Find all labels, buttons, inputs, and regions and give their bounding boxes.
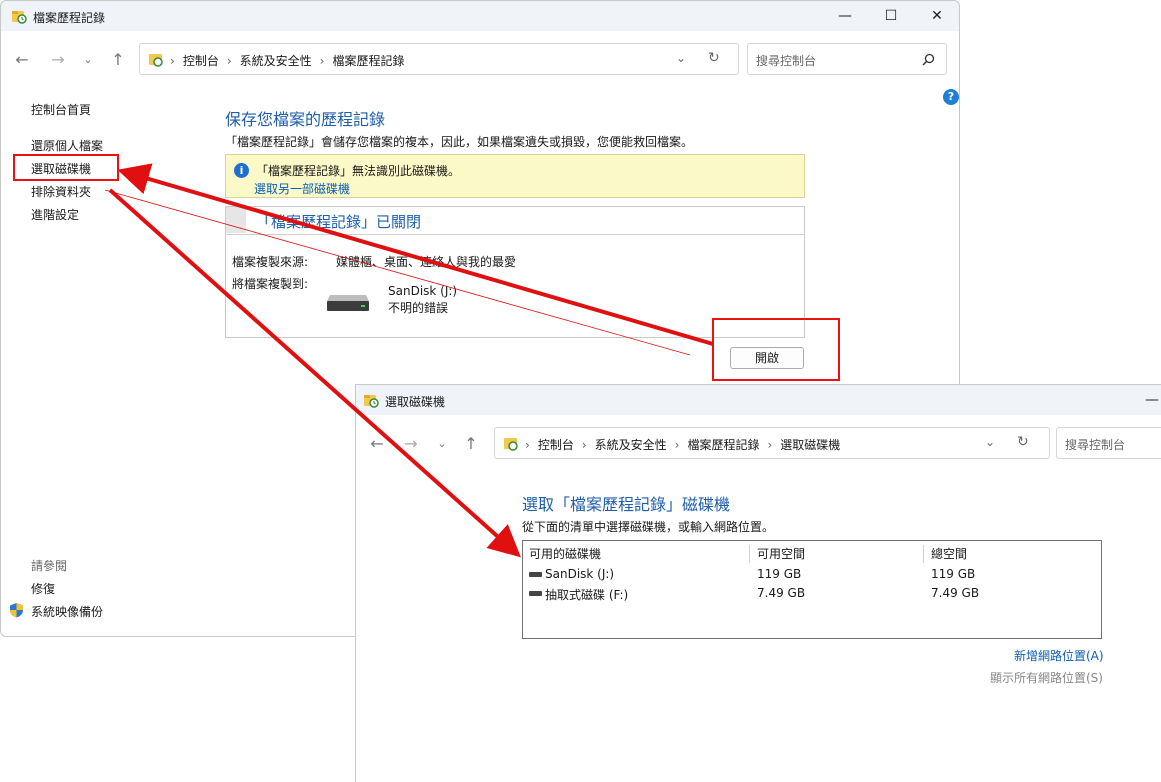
chevron-right-icon: ›: [767, 438, 773, 452]
chevron-right-icon: ›: [319, 54, 325, 68]
title-bar: 檔案歷程記錄 — ☐ ✕: [1, 1, 959, 31]
drive-free-space: 119 GB: [757, 567, 802, 581]
chevron-down-icon[interactable]: ⌄: [676, 51, 686, 65]
search-input[interactable]: 搜尋控制台: [1065, 436, 1125, 453]
highlight-box-select-drive: [13, 154, 119, 181]
breadcrumb-item-system-security[interactable]: 系統及安全性: [240, 54, 312, 68]
breadcrumb-item-system-security[interactable]: 系統及安全性: [595, 438, 667, 452]
nav-advanced-settings[interactable]: 進階設定: [31, 206, 79, 223]
drive-name: SanDisk (J:): [388, 284, 458, 298]
breadcrumb-item-file-history[interactable]: 檔案歷程記錄: [332, 54, 404, 68]
close-button[interactable]: ✕: [915, 5, 959, 27]
table-row[interactable]: SanDisk (J:) 119 GB 119 GB: [523, 565, 1101, 584]
column-header-free-space[interactable]: 可用空間: [757, 545, 805, 562]
select-another-drive-link[interactable]: 選取另一部磁碟機: [254, 180, 350, 197]
search-icon[interactable]: [922, 53, 935, 66]
see-also-heading: 請參閱: [31, 559, 68, 573]
table-row[interactable]: 抽取式磁碟 (F:) 7.49 GB 7.49 GB: [523, 584, 1101, 603]
recent-dropdown-icon[interactable]: ⌄: [77, 49, 99, 71]
highlight-box-turn-on: [712, 318, 840, 381]
chevron-right-icon: ›: [581, 438, 587, 452]
window-title: 選取磁碟機: [385, 395, 446, 409]
back-arrow-icon[interactable]: ←: [11, 49, 33, 71]
navigation-bar: ← → ⌄ ↑ › 控制台 › 系統及安全性 › 檔案歷程記錄 › 選取磁碟機 ⌄ ↻ 搜尋控…: [356, 415, 1161, 471]
drive-status: 不明的錯誤: [388, 301, 449, 315]
chevron-right-icon: ›: [226, 54, 232, 68]
column-header-drive[interactable]: 可用的磁碟機: [529, 545, 601, 562]
up-arrow-icon[interactable]: ↑: [107, 49, 129, 71]
back-arrow-icon[interactable]: ←: [366, 433, 388, 455]
page-title: 保存您檔案的歷程記錄: [225, 110, 386, 129]
column-divider[interactable]: [749, 545, 750, 563]
chevron-right-icon: ›: [674, 438, 680, 452]
control-panel-icon: [504, 438, 518, 451]
nav-control-panel-home[interactable]: 控制台首頁: [31, 101, 91, 118]
refresh-icon[interactable]: ↻: [708, 50, 720, 66]
address-bar[interactable]: › 控制台 › 系統及安全性 › 檔案歷程記錄 ⌄ ↻: [139, 43, 739, 75]
drive-total-space: 119 GB: [931, 567, 976, 581]
drive-icon: [327, 295, 369, 311]
drive-free-space: 7.49 GB: [757, 586, 806, 600]
drive-name: 抽取式磁碟 (F:): [545, 588, 629, 602]
column-divider[interactable]: [923, 545, 924, 563]
breadcrumb: › 控制台 › 系統及安全性 › 檔案歷程記錄: [170, 52, 404, 69]
shield-icon: [10, 603, 23, 618]
drive-name: SanDisk (J:): [545, 567, 615, 581]
status-title: 「檔案歷程記錄」已關閉: [256, 213, 422, 231]
navigation-bar: ← → ⌄ ↑ › 控制台 › 系統及安全性 › 檔案歷程記錄 ⌄ ↻ 搜尋控制台: [1, 31, 959, 87]
search-box[interactable]: 搜尋控制台: [1056, 427, 1161, 459]
show-all-network-locations-link[interactable]: 顯示所有網路位置(S): [990, 669, 1103, 686]
chevron-right-icon: ›: [525, 438, 530, 452]
add-network-location-link[interactable]: 新增網路位置(A): [1014, 647, 1104, 664]
system-image-backup-link[interactable]: 系統映像備份: [31, 603, 103, 620]
page-description: 從下面的清單中選擇磁碟機，或輸入網路位置。: [522, 520, 775, 534]
page-description: 「檔案歷程記錄」會儲存您檔案的複本，因此，如果檔案遺失或損毀，您便能救回檔案。: [225, 135, 694, 149]
search-input[interactable]: 搜尋控制台: [756, 52, 816, 69]
window-title: 檔案歷程記錄: [33, 11, 106, 25]
list-header: 可用的磁碟機 可用空間 總空間: [523, 541, 1101, 563]
file-history-app-icon: [364, 395, 379, 408]
up-arrow-icon[interactable]: ↑: [460, 433, 482, 455]
breadcrumb-item-file-history[interactable]: 檔案歷程記錄: [687, 438, 759, 452]
minimize-button[interactable]: —: [823, 5, 867, 27]
nav-exclude-folders[interactable]: 排除資料夾: [31, 183, 91, 200]
title-bar: 選取磁碟機 —: [356, 385, 1161, 415]
forward-arrow-icon[interactable]: →: [400, 433, 422, 455]
help-icon[interactable]: ?: [943, 89, 959, 105]
copy-from-value: 媒體櫃、桌面、連絡人與我的最愛: [336, 255, 517, 269]
drive-icon: [529, 572, 542, 577]
address-bar[interactable]: › 控制台 › 系統及安全性 › 檔案歷程記錄 › 選取磁碟機 ⌄ ↻: [494, 427, 1050, 459]
search-box[interactable]: 搜尋控制台: [747, 43, 947, 75]
page-title: 選取「檔案歷程記錄」磁碟機: [522, 495, 731, 514]
control-panel-icon: [149, 54, 163, 67]
chevron-right-icon: ›: [170, 54, 175, 68]
nav-restore-files[interactable]: 還原個人檔案: [31, 137, 103, 154]
status-indicator: [226, 207, 246, 233]
chevron-down-icon[interactable]: ⌄: [985, 435, 995, 449]
breadcrumb: › 控制台 › 系統及安全性 › 檔案歷程記錄 › 選取磁碟機: [525, 436, 840, 453]
recent-dropdown-icon[interactable]: ⌄: [431, 433, 453, 455]
file-history-app-icon: [12, 11, 27, 24]
minimize-button[interactable]: —: [1142, 389, 1161, 411]
warning-text: 「檔案歷程記錄」無法識別此磁碟機。: [256, 164, 461, 178]
status-header: 「檔案歷程記錄」已關閉: [226, 207, 804, 235]
column-header-total-space[interactable]: 總空間: [931, 545, 967, 562]
drive-icon: [529, 591, 542, 596]
breadcrumb-item-select-drive[interactable]: 選取磁碟機: [780, 438, 840, 452]
copy-from-label: 檔案複製來源:: [232, 255, 309, 269]
forward-arrow-icon[interactable]: →: [47, 49, 69, 71]
refresh-icon[interactable]: ↻: [1017, 434, 1029, 450]
drive-list[interactable]: 可用的磁碟機 可用空間 總空間 SanDisk (J:) 119 GB 119 …: [522, 540, 1102, 639]
repair-link[interactable]: 修復: [31, 580, 55, 597]
info-icon: i: [234, 163, 249, 178]
breadcrumb-item-control-panel[interactable]: 控制台: [538, 438, 574, 452]
select-drive-window: 選取磁碟機 — ← → ⌄ ↑ › 控制台 › 系統及安全性 › 檔案歷程記錄 › 選取磁碟機…: [355, 384, 1161, 782]
maximize-button[interactable]: ☐: [869, 5, 913, 27]
warning-banner: i 「檔案歷程記錄」無法識別此磁碟機。 選取另一部磁碟機: [225, 154, 805, 198]
copy-to-label: 將檔案複製到:: [232, 277, 309, 291]
breadcrumb-item-control-panel[interactable]: 控制台: [183, 54, 219, 68]
drive-total-space: 7.49 GB: [931, 586, 980, 600]
